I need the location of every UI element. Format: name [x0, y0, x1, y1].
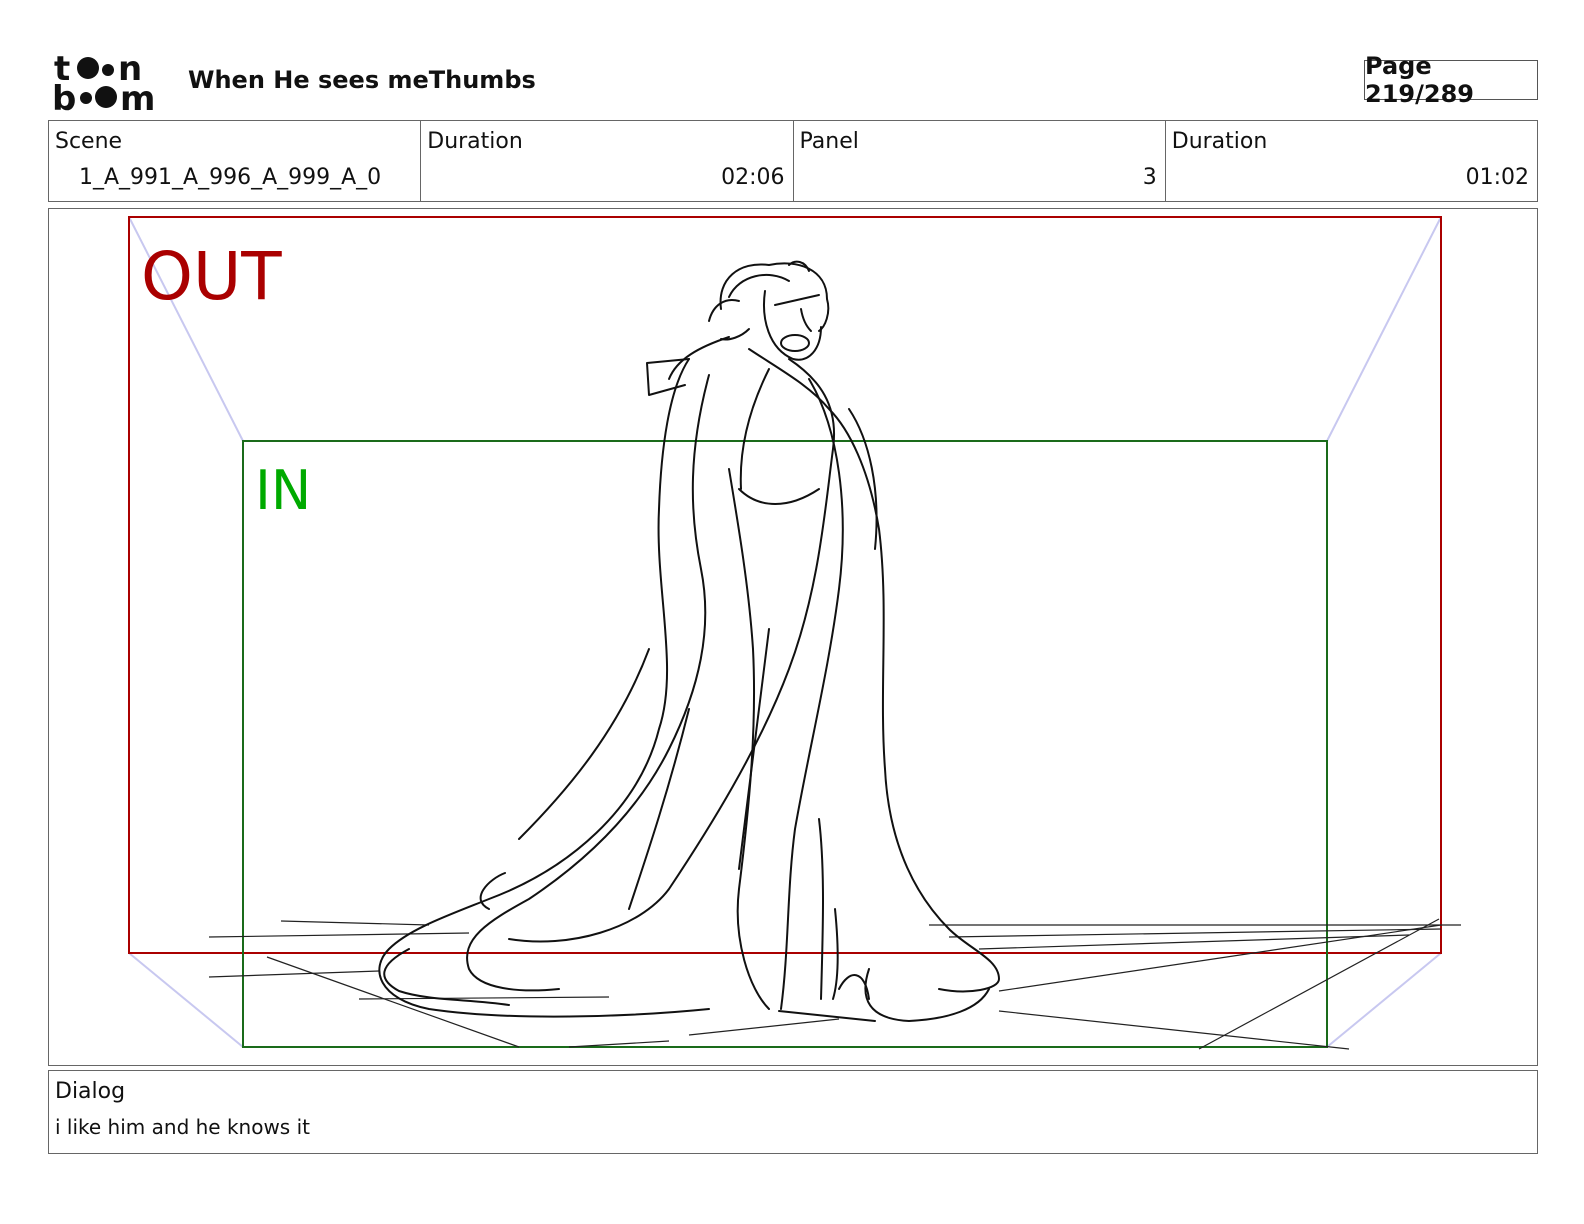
dialog-label: Dialog: [55, 1079, 126, 1104]
storyboard-panel: OUT IN: [48, 208, 1538, 1066]
scene-cell: Scene 1_A_991_A_996_A_999_A_0: [49, 121, 422, 201]
out-frame: [128, 216, 1442, 954]
scene-duration-cell: Duration 02:06: [421, 121, 794, 201]
in-label: IN: [255, 459, 311, 522]
page-number: Page 219/289: [1364, 52, 1538, 108]
scene-label: Scene: [55, 129, 123, 154]
panel-label: Panel: [799, 129, 859, 154]
panel-duration-cell: Duration 01:02: [1166, 121, 1537, 201]
out-label: OUT: [141, 238, 282, 315]
scene-value: 1_A_991_A_996_A_999_A_0: [79, 165, 382, 190]
panel-value: 3: [1142, 165, 1157, 190]
svg-text:b: b: [52, 79, 76, 112]
panel-drawing: OUT IN: [128, 216, 1461, 1050]
character-sketch: [378, 260, 1000, 1022]
toon-boom-logo: t n b m: [52, 49, 164, 119]
panel-cell: Panel 3: [794, 121, 1166, 201]
document-title: When He sees meThumbs: [188, 66, 536, 94]
dialog-text: i like him and he knows it: [55, 1115, 310, 1139]
floor-sketch-lines: [208, 918, 1461, 1050]
scene-duration-label: Duration: [427, 129, 523, 154]
scene-duration-value: 02:06: [721, 165, 785, 190]
dialog-box: Dialog i like him and he knows it: [48, 1070, 1538, 1154]
panel-duration-label: Duration: [1171, 129, 1268, 154]
panel-duration-value: 01:02: [1465, 165, 1529, 190]
scene-info-table: Scene 1_A_991_A_996_A_999_A_0 Duration 0…: [48, 120, 1538, 202]
svg-text:m: m: [120, 79, 155, 112]
